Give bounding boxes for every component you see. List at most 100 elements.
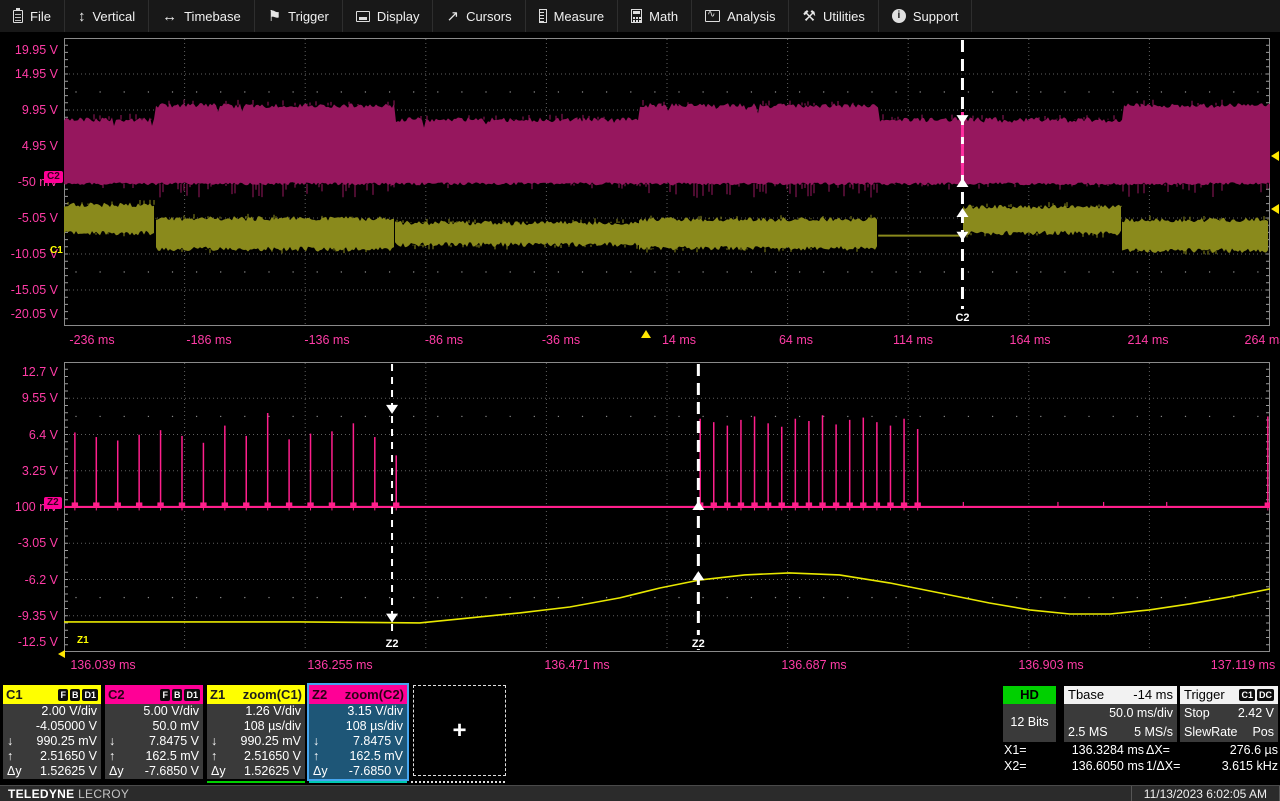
min-value: 7.8475 V xyxy=(149,734,199,749)
clipboard-icon xyxy=(13,10,23,23)
trigger-level-marker-icon[interactable] xyxy=(1271,151,1279,161)
channel-id: Z2 xyxy=(312,687,327,702)
timebase-box[interactable]: Tbase -14 ms 50.0 ms/div 2.5 MS5 MS/s xyxy=(1064,686,1177,742)
menu-item-vertical[interactable]: ↕ Vertical xyxy=(65,0,149,32)
x-axis-label: 136.471 ms xyxy=(544,658,609,672)
y-axis-label: -12.5 V xyxy=(0,635,58,649)
x-axis-label: 114 ms xyxy=(893,333,933,347)
trace-chip-z1[interactable]: Z1 xyxy=(74,635,92,647)
descriptor-c2[interactable]: C2 F B D1 5.00 V/div 50.0 mV ↓7.8475 V ↑… xyxy=(105,685,203,779)
menu-item-label: File xyxy=(30,9,51,24)
descriptor-c1[interactable]: C1 F B D1 2.00 V/div -4.05000 V ↓990.25 … xyxy=(3,685,101,779)
y-axis-label: -6.2 V xyxy=(0,573,58,587)
x-axis-label: 136.255 ms xyxy=(307,658,372,672)
x1-label: X1= xyxy=(1004,742,1040,758)
add-trace-button[interactable]: + xyxy=(413,685,506,776)
vertical-arrows-icon: ↕ xyxy=(78,9,86,24)
max-arrow-icon: ↑ xyxy=(109,749,115,764)
z1-active-underline xyxy=(207,781,305,783)
menu-item-label: Math xyxy=(649,9,678,24)
vdiv-value: 5.00 V/div xyxy=(143,704,199,719)
main-grid: C2 xyxy=(64,38,1270,326)
trigger-box[interactable]: Trigger C1 DC Stop2.42 V SlewRatePos xyxy=(1180,686,1278,742)
menu-item-trigger[interactable]: ⚑ Trigger xyxy=(255,0,343,32)
menu-item-analysis[interactable]: Analysis xyxy=(692,0,789,32)
vdiv-value: 1.26 V/div xyxy=(245,704,301,719)
dx-value: 276.6 µs xyxy=(1198,742,1278,758)
x-axis-label: 264 ms xyxy=(1245,333,1280,347)
y-axis-label: 14.95 V xyxy=(0,67,58,81)
menu-item-math[interactable]: Math xyxy=(618,0,692,32)
x2-label: X2= xyxy=(1004,758,1040,774)
delta-y-value: 1.52625 V xyxy=(40,764,97,779)
trigger-position-marker-icon[interactable] xyxy=(641,330,651,338)
horizontal-arrows-icon: ↔ xyxy=(162,9,177,24)
menu-item-display[interactable]: Display xyxy=(343,0,434,32)
x-axis-label: 137.119 ms xyxy=(1211,658,1275,672)
trigger-source-badge: C1 xyxy=(1239,689,1255,701)
y-axis-label: 12.7 V xyxy=(0,365,58,379)
y-axis-label: 9.55 V xyxy=(0,391,58,405)
x-axis-label: -36 ms xyxy=(542,333,580,347)
menu-item-file[interactable]: File xyxy=(0,0,65,32)
min-arrow-icon: ↓ xyxy=(211,734,217,749)
vdiv-value: 3.15 V/div xyxy=(347,704,403,719)
descriptor-z1-header: Z1 zoom(C1) xyxy=(207,685,305,704)
y-axis-label: 9.95 V xyxy=(0,103,58,117)
badge-d1: D1 xyxy=(82,689,98,701)
inv-dx-label: 1/ΔX= xyxy=(1146,758,1196,774)
main-grid-plot: C2 xyxy=(64,38,1270,326)
trace-chip-z2[interactable]: Z2 xyxy=(44,497,62,509)
x-axis-label: 164 ms xyxy=(1010,333,1051,347)
trigger-level-marker-icon[interactable] xyxy=(1271,204,1279,214)
trace-chip-c1[interactable]: C1 xyxy=(47,245,66,257)
descriptor-z2[interactable]: Z2 zoom(C2) 3.15 V/div 108 µs/div ↓7.847… xyxy=(309,685,407,779)
badge-d1: D1 xyxy=(184,689,200,701)
x-axis-label: 214 ms xyxy=(1128,333,1169,347)
vdiv-value: 2.00 V/div xyxy=(41,704,97,719)
x-axis-label: 136.687 ms xyxy=(781,658,846,672)
menu-item-utilities[interactable]: ⚒ Utilities xyxy=(789,0,878,32)
trace-chip-c2[interactable]: C2 xyxy=(44,171,63,183)
min-arrow-icon: ↓ xyxy=(7,734,13,749)
hd-mode-box[interactable]: HD 12 Bits xyxy=(1003,686,1056,742)
y-axis-label: 3.25 V xyxy=(0,464,58,478)
channel-id: C2 xyxy=(108,687,125,702)
menu-item-label: Analysis xyxy=(727,9,775,24)
y-axis-label: -3.05 V xyxy=(0,536,58,550)
x-axis-label: -186 ms xyxy=(186,333,231,347)
menu-item-label: Cursors xyxy=(466,9,512,24)
trigger-coupling-badge: DC xyxy=(1257,689,1274,701)
inv-dx-value: 3.615 kHz xyxy=(1198,758,1278,774)
min-arrow-icon: ↓ xyxy=(109,734,115,749)
descriptor-c1-header: C1 F B D1 xyxy=(3,685,101,704)
x-axis-label: 64 ms xyxy=(779,333,813,347)
trigger-level: 2.42 V xyxy=(1238,704,1274,723)
plus-icon: + xyxy=(452,717,466,745)
trigger-header: Trigger C1 DC xyxy=(1180,686,1278,704)
sample-rate: 5 MS/s xyxy=(1134,723,1173,742)
trigger-slope: Pos xyxy=(1252,723,1274,742)
menu-item-support[interactable]: Support xyxy=(879,0,973,32)
trigger-label: Trigger xyxy=(1184,686,1225,704)
min-value: 990.25 mV xyxy=(241,734,301,749)
menu-item-cursors[interactable]: ↗ Cursors xyxy=(433,0,525,32)
zoom-source-label: zoom(C2) xyxy=(345,687,404,702)
trigger-flag-icon: ⚑ xyxy=(268,9,281,24)
cursor-label: C2 xyxy=(955,312,969,324)
channel-id: C1 xyxy=(6,687,23,702)
descriptor-z1[interactable]: Z1 zoom(C1) 1.26 V/div 108 µs/div ↓990.2… xyxy=(207,685,305,779)
max-value: 2.51650 V xyxy=(244,749,301,764)
cursor-arrow-up xyxy=(692,571,704,580)
delta-y-label: Δy xyxy=(109,764,124,779)
menu-item-measure[interactable]: Measure xyxy=(526,0,619,32)
display-icon xyxy=(356,11,370,22)
x-axis-label: -136 ms xyxy=(304,333,349,347)
offset-value: -4.05000 V xyxy=(36,719,97,734)
menu-item-timebase[interactable]: ↔ Timebase xyxy=(149,0,255,32)
datetime-display[interactable]: 11/13/2023 6:02:05 AM xyxy=(1131,786,1280,801)
timebase-scale: 50.0 ms/div xyxy=(1109,704,1173,723)
tools-icon: ⚒ xyxy=(802,9,815,24)
y-axis-label: 4.95 V xyxy=(0,139,58,153)
timebase-label: Tbase xyxy=(1068,686,1104,704)
